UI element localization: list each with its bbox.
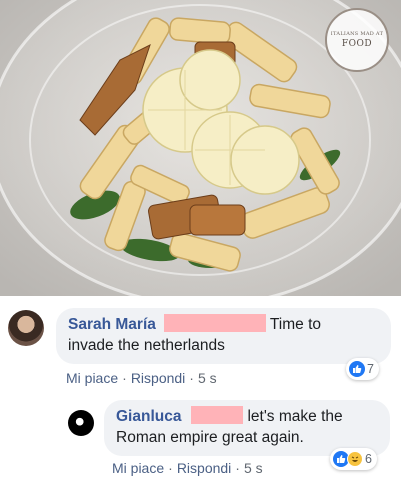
reply-link[interactable]: Rispondi bbox=[177, 460, 231, 476]
reply-link[interactable]: Rispondi bbox=[131, 370, 185, 386]
comment-author[interactable]: Gianluca bbox=[116, 408, 181, 425]
redaction-bar bbox=[191, 406, 244, 424]
comment-actions: Mi piace · Rispondi · 5 s bbox=[66, 370, 217, 386]
avatar[interactable] bbox=[8, 310, 44, 346]
like-link[interactable]: Mi piace bbox=[66, 370, 118, 386]
reaction-summary[interactable]: 7 bbox=[346, 358, 379, 380]
avatar[interactable] bbox=[68, 410, 94, 436]
comment-time[interactable]: 5 s bbox=[198, 370, 217, 386]
like-link[interactable]: Mi piace bbox=[112, 460, 164, 476]
comment-author[interactable]: Sarah María bbox=[68, 316, 156, 333]
reaction-count: 6 bbox=[365, 452, 372, 466]
reaction-summary[interactable]: 6 bbox=[330, 448, 377, 470]
reaction-count: 7 bbox=[367, 362, 374, 376]
haha-icon bbox=[347, 451, 363, 467]
separator: · bbox=[235, 460, 240, 476]
comment-line-1: Sarah María Time to bbox=[68, 314, 379, 335]
food-photo: ITALIANS MAD AT FOOD bbox=[0, 0, 401, 296]
reply-line-1: Gianluca let's make the bbox=[116, 406, 378, 427]
comments-section: Sarah María Time to invade the netherland… bbox=[0, 296, 401, 480]
comment-bubble: Sarah María Time to invade the netherland… bbox=[56, 308, 391, 364]
separator: · bbox=[189, 370, 194, 386]
italians-mad-at-food-logo: ITALIANS MAD AT FOOD bbox=[325, 8, 389, 72]
comment-text: let's make the bbox=[247, 408, 343, 425]
reply-line-2: Roman empire great again. bbox=[116, 429, 304, 446]
separator: · bbox=[122, 370, 127, 386]
reply-actions: Mi piace · Rispondi · 5 s bbox=[112, 460, 263, 476]
logo-big-text: FOOD bbox=[341, 39, 373, 49]
comment-time[interactable]: 5 s bbox=[244, 460, 263, 476]
separator: · bbox=[168, 460, 173, 476]
comment-line-2: invade the netherlands bbox=[68, 337, 225, 354]
comment-text: Time to bbox=[269, 316, 321, 333]
like-icon bbox=[349, 361, 365, 377]
redaction-bar bbox=[163, 314, 266, 332]
logo-small-text: ITALIANS MAD AT bbox=[330, 31, 384, 37]
